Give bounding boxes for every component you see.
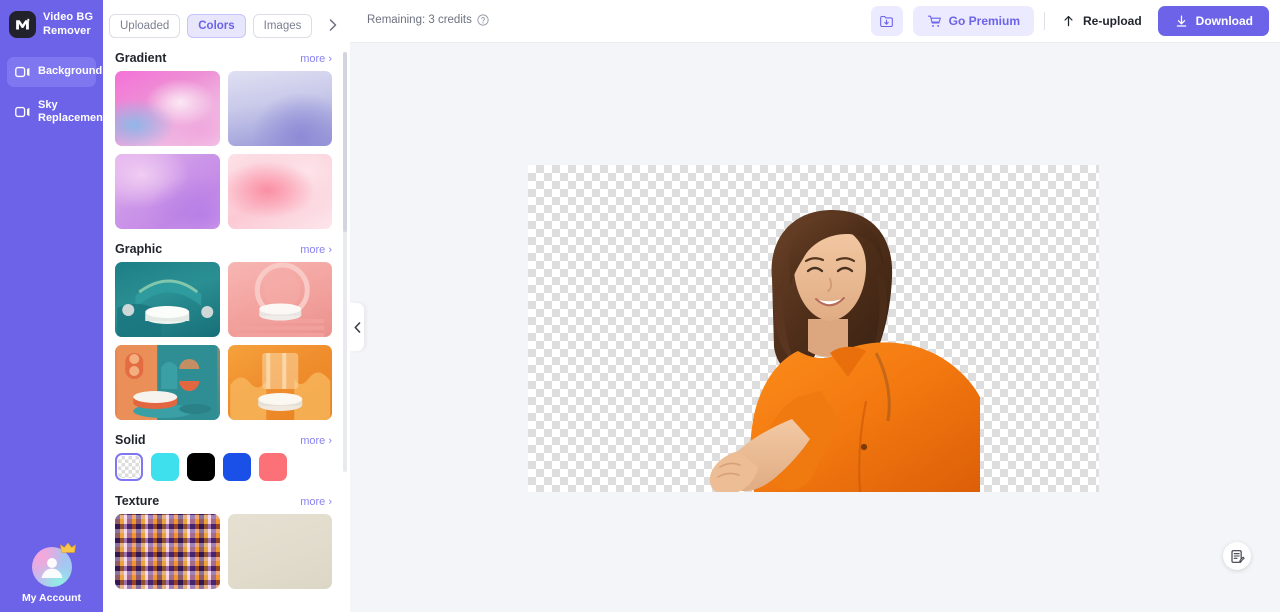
section-header-gradient: Gradient more › xyxy=(115,51,332,65)
my-account[interactable]: My Account xyxy=(0,542,103,604)
section-header-texture: Texture more › xyxy=(115,494,332,508)
sidebar-item-sky-replacement[interactable]: Sky Replacement xyxy=(7,93,106,131)
section-more-link[interactable]: more › xyxy=(300,53,332,65)
app-logo-icon xyxy=(9,11,36,38)
folder-download-icon xyxy=(880,15,894,27)
feedback-note-icon xyxy=(1230,549,1245,563)
texture-thumb-grid xyxy=(109,514,338,589)
thumb-graphic-pink-podium[interactable] xyxy=(227,262,332,337)
section-title: Solid xyxy=(115,433,146,447)
glass-podium-art xyxy=(229,353,330,420)
download-label: Download xyxy=(1195,14,1253,28)
thumb-gradient-violet-marble[interactable] xyxy=(115,154,220,229)
re-upload-button[interactable]: Re-upload xyxy=(1055,6,1148,36)
panel-scrollbar[interactable] xyxy=(343,52,347,472)
go-premium-label: Go Premium xyxy=(948,14,1020,28)
cart-icon xyxy=(927,15,941,27)
upload-arrow-icon xyxy=(1064,15,1073,26)
section-more-link[interactable]: more › xyxy=(300,244,332,256)
tab-images[interactable]: Images xyxy=(252,14,313,38)
graphic-thumb-grid xyxy=(109,262,338,420)
brand-name: Video BG Remover xyxy=(43,11,94,37)
chevron-left-icon xyxy=(354,321,360,333)
chevron-right-icon[interactable] xyxy=(326,18,340,32)
pink-podium-art xyxy=(235,262,324,337)
section-title: Texture xyxy=(115,494,160,508)
toolbar-actions: Go Premium Re-upload Download xyxy=(870,6,1269,36)
credits-text: Remaining: 3 credits xyxy=(367,14,472,26)
section-more-link[interactable]: more › xyxy=(300,496,332,508)
swatch-solid-blue[interactable] xyxy=(223,453,251,481)
thumb-gradient-periwinkle-waves[interactable] xyxy=(227,71,332,146)
thumb-graphic-orange-glass-podium[interactable] xyxy=(227,345,332,420)
asset-panel: Uploaded Colors Images Gradient more › G… xyxy=(103,0,350,612)
swatch-solid-black[interactable] xyxy=(187,453,215,481)
teal-podium-art xyxy=(117,279,214,337)
video-frame-icon xyxy=(15,66,30,78)
sidebar-nav: Background Sky Replacement xyxy=(0,57,106,131)
arches-art xyxy=(117,345,218,420)
section-header-solid: Solid more › xyxy=(115,433,332,447)
tab-uploaded[interactable]: Uploaded xyxy=(109,14,181,38)
asset-tabs: Uploaded Colors Images xyxy=(103,0,350,38)
sidebar-item-background[interactable]: Background xyxy=(7,57,102,87)
left-rail: Video BG Remover Background Sky Replacemen… xyxy=(0,0,106,612)
download-arrow-icon xyxy=(1176,15,1186,27)
app-root: Video BG Remover Background Sky Replacemen… xyxy=(0,0,1280,612)
swatch-solid-cyan[interactable] xyxy=(151,453,179,481)
sidebar-item-label: Background xyxy=(38,65,103,78)
go-premium-button[interactable]: Go Premium xyxy=(912,6,1034,36)
gradient-thumb-grid xyxy=(109,71,338,229)
subject-image xyxy=(709,209,980,492)
question-circle-icon[interactable] xyxy=(477,14,489,26)
asset-scroll-area[interactable]: Gradient more › Graphic more › Solid mor… xyxy=(103,38,350,612)
thumb-graphic-orange-teal-arches[interactable] xyxy=(115,345,220,420)
my-account-label: My Account xyxy=(21,592,82,604)
tab-colors[interactable]: Colors xyxy=(187,14,246,38)
section-header-graphic: Graphic more › xyxy=(115,242,332,256)
re-upload-label: Re-upload xyxy=(1083,14,1142,28)
thumb-gradient-pink-swirl[interactable] xyxy=(115,71,220,146)
swatch-solid-coral[interactable] xyxy=(259,453,287,481)
toolbar-divider xyxy=(1044,12,1045,30)
sidebar-item-label: Sky Replacement xyxy=(38,98,107,124)
section-title: Graphic xyxy=(115,242,163,256)
swatch-solid-transparent[interactable] xyxy=(115,453,143,481)
thumb-texture-beige-paper[interactable] xyxy=(227,514,332,589)
thumb-texture-kaleidoscope[interactable] xyxy=(115,514,220,589)
brand: Video BG Remover xyxy=(0,0,103,38)
top-toolbar: Remaining: 3 credits Go Premium Re-uploa… xyxy=(350,0,1280,43)
avatar xyxy=(31,542,76,587)
thumb-gradient-blush-rose[interactable] xyxy=(227,154,332,229)
main-area: Remaining: 3 credits Go Premium Re-uploa… xyxy=(350,0,1280,612)
import-button[interactable] xyxy=(870,6,903,36)
download-button[interactable]: Download xyxy=(1157,6,1269,36)
feedback-button[interactable] xyxy=(1223,542,1251,570)
solid-swatch-row xyxy=(109,453,338,481)
credits-status: Remaining: 3 credits xyxy=(367,14,489,26)
preview-canvas[interactable] xyxy=(528,165,1099,492)
canvas-stage xyxy=(350,43,1280,612)
section-title: Gradient xyxy=(115,51,167,65)
section-more-link[interactable]: more › xyxy=(300,435,332,447)
thumb-graphic-teal-podium[interactable] xyxy=(115,262,220,337)
crown-icon xyxy=(59,542,76,553)
video-frame-icon xyxy=(15,106,30,118)
collapse-panel-button[interactable] xyxy=(350,303,364,351)
